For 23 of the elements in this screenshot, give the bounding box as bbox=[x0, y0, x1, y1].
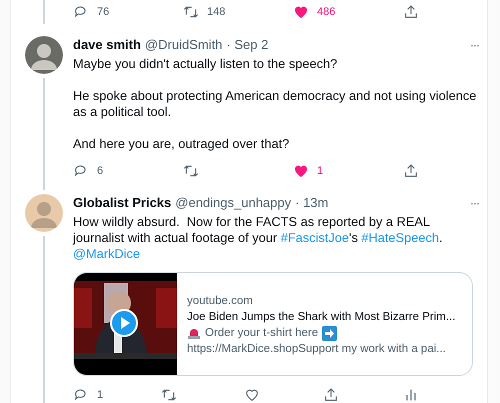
link-title: Joe Biden Jumps the Shark with Most Bizarre Prim... bbox=[187, 310, 456, 325]
reply-action[interactable]: 6 bbox=[73, 162, 183, 180]
more-button[interactable]: ··· bbox=[470, 36, 479, 54]
like-action[interactable]: 486 bbox=[293, 4, 403, 20]
author-name[interactable]: Globalist Pricks bbox=[73, 194, 172, 212]
tweet-text: And here you are, outraged over that? bbox=[73, 136, 290, 152]
link-description: Order your t-shirt here bbox=[205, 326, 318, 341]
link-card[interactable]: youtube.com Joe Biden Jumps the Shark with Most Bizarre Prim... Order your t-shirt here https://MarkDice.shopSupport my work with a pai... bbox=[73, 272, 473, 376]
like-action[interactable]: 1 bbox=[293, 162, 403, 180]
timestamp[interactable]: · Sep 2 bbox=[226, 36, 268, 54]
link-domain: youtube.com bbox=[187, 294, 254, 309]
retweet-action[interactable]: 148 bbox=[183, 4, 293, 20]
author-name[interactable]: dave smith bbox=[73, 36, 141, 54]
reply-action[interactable]: 76 bbox=[73, 4, 183, 20]
link-description: https://MarkDice.shopSupport my work with a pai... bbox=[187, 342, 446, 357]
tweet-text: He spoke about protecting American democracy and not using violence as a political tool. bbox=[73, 88, 478, 120]
more-button[interactable]: ··· bbox=[470, 194, 479, 212]
tweet-text: How wildly absurd. Now for the FACTS as reported by a REAL journalist with actual footage of your #FascistJoe's #HateSpeech. @MarkDice bbox=[73, 214, 444, 262]
timestamp[interactable]: · 13m bbox=[295, 194, 328, 212]
author-handle[interactable]: @DruidSmith bbox=[144, 36, 222, 54]
tweet-text: Maybe you didn't actually listen to the speech? bbox=[73, 56, 338, 72]
author-handle[interactable]: @endings_unhappy bbox=[175, 194, 292, 212]
reply-action[interactable]: 1 bbox=[73, 386, 161, 403]
